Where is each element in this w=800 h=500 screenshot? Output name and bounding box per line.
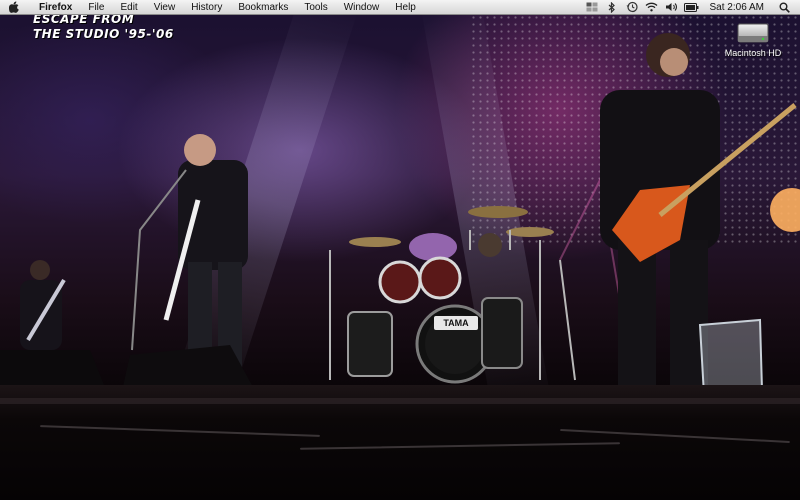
singer-figure (131, 134, 248, 372)
wallpaper-title-line-2: THE STUDIO '95-'06 (33, 27, 174, 41)
wifi-icon[interactable] (644, 1, 660, 13)
spotlight-search-icon[interactable] (776, 1, 792, 13)
bluetooth-icon[interactable] (604, 1, 620, 13)
menu-app-firefox[interactable]: Firefox (31, 2, 80, 13)
menu-clock[interactable]: Sat 2:06 AM (702, 2, 774, 13)
menu-bar: Firefox File Edit View History Bookmarks… (0, 0, 800, 15)
bassist-figure (20, 260, 66, 350)
desktop-wallpaper (0, 0, 800, 500)
battery-icon[interactable] (684, 1, 700, 13)
menu-file[interactable]: File (80, 2, 112, 13)
wallpaper-title: ESCAPE FROM THE STUDIO '95-'06 (33, 12, 183, 42)
macintosh-hd-label: Macintosh HD (724, 48, 782, 58)
menu-bookmarks[interactable]: Bookmarks (230, 2, 296, 13)
hard-drive-icon (736, 20, 770, 46)
macintosh-hd-desktop-icon[interactable]: Macintosh HD (718, 20, 788, 58)
drum-logo: TAMA (434, 316, 478, 330)
menu-edit[interactable]: Edit (112, 2, 145, 13)
menu-extras: Sat 2:06 AM (582, 0, 800, 14)
menu-view[interactable]: View (146, 2, 184, 13)
drum-kit (329, 206, 576, 384)
menu-window[interactable]: Window (336, 2, 388, 13)
apple-menu-icon[interactable] (9, 1, 21, 13)
spaces-icon[interactable] (584, 1, 600, 13)
menu-history[interactable]: History (183, 2, 230, 13)
volume-icon[interactable] (664, 1, 680, 13)
menu-tools[interactable]: Tools (296, 2, 335, 13)
time-machine-icon[interactable] (624, 1, 640, 13)
menu-help[interactable]: Help (387, 2, 424, 13)
guitarist-figure (600, 33, 797, 410)
stage-edge (0, 398, 800, 404)
